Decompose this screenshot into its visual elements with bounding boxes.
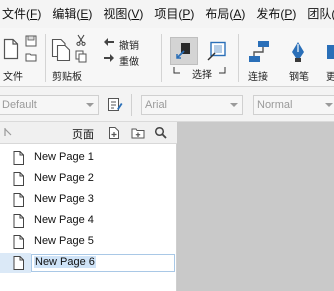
menu-edit[interactable]: 编辑(E) <box>52 0 96 28</box>
new-file-icon[interactable] <box>3 38 19 60</box>
redo-icon[interactable] <box>103 53 115 63</box>
file-group-label: 文件 <box>3 72 23 83</box>
copy-icon[interactable] <box>75 50 87 63</box>
open-folder-icon[interactable] <box>25 51 37 63</box>
format-toolbar: Default Arial Normal <box>0 87 334 122</box>
page-icon <box>13 172 24 186</box>
page-name: New Page 4 <box>34 214 94 226</box>
pen-label[interactable]: 钢笔 <box>289 68 309 83</box>
menu-file[interactable]: 文件(F) <box>0 0 45 28</box>
corner-left-icon <box>173 67 180 74</box>
page-list-item[interactable]: New Page 5 <box>0 232 177 252</box>
page-list-item-selected[interactable]: New Page 6 <box>0 253 177 273</box>
page-name: New Page 6 <box>34 256 96 268</box>
page-name: New Page 2 <box>34 172 94 184</box>
chevron-down-icon <box>230 103 238 107</box>
corner-right-icon <box>219 67 226 74</box>
add-folder-icon[interactable] <box>131 126 145 140</box>
page-icon <box>13 256 24 270</box>
redo-label[interactable]: 重做 <box>119 53 139 68</box>
menu-publish[interactable]: 发布(P) <box>256 0 300 28</box>
style-select[interactable]: Default <box>0 95 99 115</box>
menu-layout[interactable]: 布局(A) <box>205 0 249 28</box>
connector-icon[interactable] <box>247 40 271 64</box>
chevron-down-icon <box>325 103 333 107</box>
page-icon <box>13 151 24 165</box>
ribbon-toolbar: 文件 剪贴板 撤销 重做 选择 连接 钢笔 更 <box>0 28 334 87</box>
style-manage-icon[interactable] <box>107 97 123 113</box>
select-contain-icon[interactable] <box>207 41 227 61</box>
font-weight-select[interactable]: Normal <box>253 95 334 115</box>
page-name: New Page 1 <box>34 151 94 163</box>
save-icon[interactable] <box>25 35 37 47</box>
page-name: New Page 5 <box>34 235 94 247</box>
paste-icon[interactable] <box>51 38 71 62</box>
page-name-selected-text: New Page 6 <box>34 256 96 268</box>
page-list-item[interactable]: New Page 2 <box>0 169 177 189</box>
pen-icon[interactable] <box>289 40 307 64</box>
page-icon <box>13 193 24 207</box>
more-label[interactable]: 更 <box>326 68 334 83</box>
chevron-down-icon <box>86 103 94 107</box>
more-tool-icon[interactable] <box>325 41 334 63</box>
clipboard-group-label: 剪贴板 <box>52 72 82 83</box>
ribbon-separator <box>161 34 162 82</box>
search-icon[interactable] <box>154 126 167 139</box>
ribbon-separator <box>238 34 239 82</box>
font-family-select[interactable]: Arial <box>141 95 243 115</box>
style-select-value: Default <box>2 99 37 111</box>
undo-label[interactable]: 撤销 <box>119 37 139 52</box>
menu-team[interactable]: 团队( <box>307 0 334 28</box>
page-icon <box>13 214 24 228</box>
ribbon-separator <box>45 34 46 82</box>
add-page-icon[interactable] <box>107 126 121 140</box>
font-family-value: Arial <box>145 99 168 111</box>
page-name: New Page 3 <box>34 193 94 205</box>
pages-panel: 页面 New Page 1 New Page 2 New Page 3 New … <box>0 122 177 291</box>
cut-icon[interactable] <box>75 34 87 46</box>
pages-panel-header: 页面 <box>0 122 177 144</box>
undo-icon[interactable] <box>103 37 115 47</box>
page-list-item[interactable]: New Page 3 <box>0 190 177 210</box>
collapse-arrow-icon[interactable] <box>3 127 13 137</box>
pages-panel-title: 页面 <box>72 129 94 141</box>
select-group-label: 选择 <box>192 70 212 81</box>
page-list-item[interactable]: New Page 4 <box>0 211 177 231</box>
menu-project[interactable]: 项目(P) <box>154 0 198 28</box>
design-canvas[interactable] <box>178 122 334 291</box>
menu-view[interactable]: 视图(V) <box>103 0 147 28</box>
font-weight-value: Normal <box>257 99 293 111</box>
page-icon <box>13 235 24 249</box>
page-list-item[interactable]: New Page 1 <box>0 148 177 168</box>
menu-bar: 文件(F) 编辑(E) 视图(V) 项目(P) 布局(A) 发布(P) 团队( <box>0 0 334 28</box>
select-intersect-icon[interactable] <box>175 42 193 60</box>
toolbar-separator <box>131 94 132 116</box>
connect-label[interactable]: 连接 <box>248 68 268 83</box>
